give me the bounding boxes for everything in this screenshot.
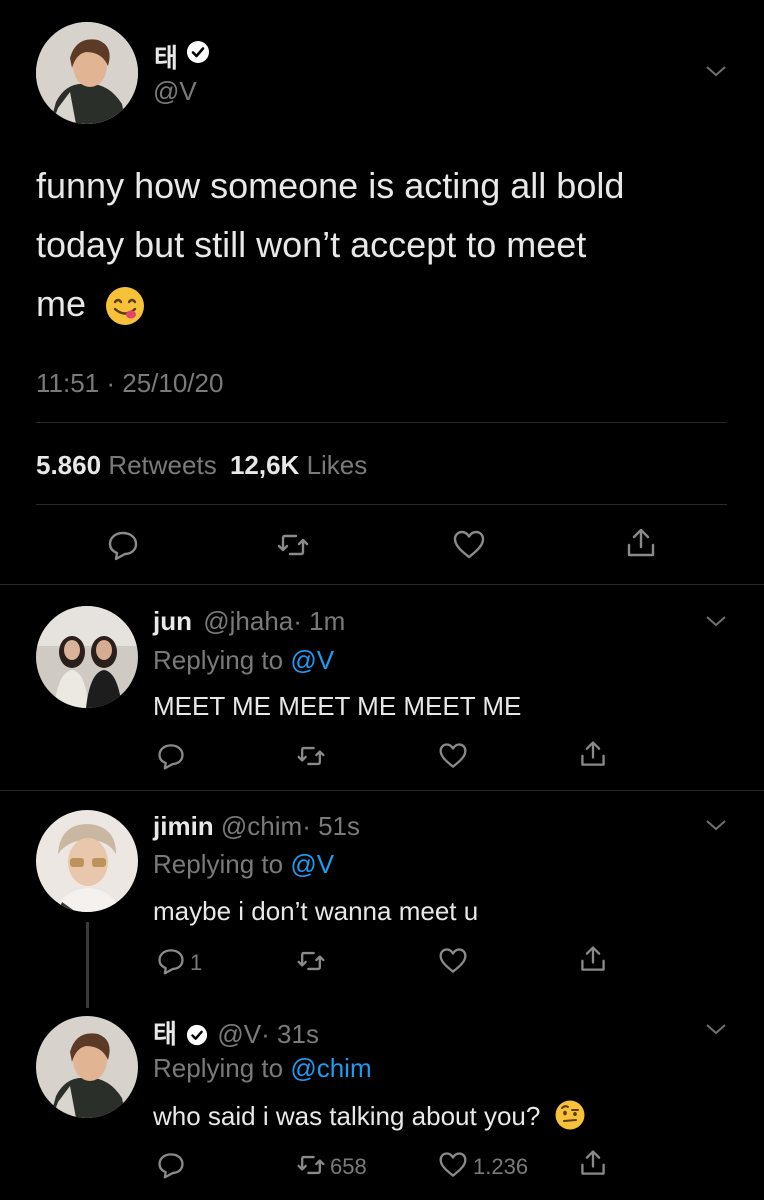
thread-line	[86, 922, 89, 1008]
likes-count[interactable]: 12,6K	[230, 450, 299, 480]
reply-text: maybe i don’t wanna meet u	[153, 896, 479, 926]
replying-to: Replying to @V	[153, 849, 334, 880]
tweet-text-line: today but still won’t accept to meet	[36, 224, 587, 265]
reply-header: jimin @chim· 51s	[153, 811, 360, 842]
chevron-down-icon[interactable]	[705, 818, 727, 832]
replying-to: Replying to @V	[153, 645, 334, 676]
engagement-stats: 5.860 Retweets 12,6K Likes	[36, 450, 367, 481]
reply-icon[interactable]	[106, 528, 140, 562]
retweets-label[interactable]: Retweets	[108, 450, 216, 480]
replying-to-link[interactable]: @V	[290, 849, 334, 879]
replying-to-label: Replying to	[153, 645, 284, 675]
tweet-text: funny how someone is acting all bold tod…	[36, 156, 624, 333]
avatar[interactable]	[36, 606, 138, 708]
retweet-icon[interactable]	[296, 946, 326, 976]
reply-icon[interactable]	[156, 1150, 186, 1180]
avatar[interactable]	[36, 22, 138, 124]
reply-time: · 1m	[293, 606, 346, 636]
yum-face-emoji-icon	[104, 285, 146, 327]
avatar[interactable]	[36, 810, 138, 912]
reply-time: · 51s	[302, 811, 361, 841]
reply-text: who said i was talking about you?	[153, 1099, 586, 1132]
chevron-down-icon[interactable]	[705, 1022, 727, 1036]
avatar[interactable]	[36, 1016, 138, 1118]
like-icon[interactable]	[438, 1150, 468, 1180]
reply-count: 1	[190, 950, 203, 975]
handle[interactable]: @V	[217, 1019, 261, 1049]
replying-to-label: Replying to	[153, 849, 284, 879]
divider	[36, 504, 727, 505]
display-name[interactable]: jimin	[153, 811, 214, 841]
retweet-icon[interactable]	[296, 1150, 326, 1180]
replying-to-label: Replying to	[153, 1053, 284, 1083]
like-icon[interactable]	[452, 528, 486, 562]
replying-to: Replying to @chim	[153, 1053, 372, 1084]
raised-eyebrow-face-icon	[554, 1099, 586, 1131]
like-count: 1.236	[473, 1154, 529, 1179]
reply-time: · 31s	[261, 1019, 319, 1049]
chevron-down-icon[interactable]	[705, 64, 727, 78]
retweet-count: 658	[330, 1154, 367, 1179]
reply-icon[interactable]	[156, 741, 186, 771]
like-icon[interactable]	[438, 741, 468, 771]
reply-icon[interactable]	[156, 946, 186, 976]
likes-label[interactable]: Likes	[307, 450, 368, 480]
chevron-down-icon[interactable]	[705, 614, 727, 628]
divider	[0, 584, 764, 585]
tweet-text-line: funny how someone is acting all bold	[36, 165, 625, 206]
divider	[0, 790, 764, 791]
replying-to-link[interactable]: @chim	[290, 1053, 371, 1083]
display-name[interactable]: 태	[154, 38, 178, 75]
tweet-text-line-end: me	[36, 283, 87, 324]
like-icon[interactable]	[438, 946, 468, 976]
reply-header: jun @jhaha· 1m	[153, 606, 345, 637]
divider	[36, 422, 727, 423]
verified-icon	[186, 40, 210, 64]
reply-header: 태 @V· 31s	[153, 1014, 319, 1051]
display-name[interactable]: 태	[153, 1019, 177, 1049]
share-icon[interactable]	[578, 1148, 608, 1178]
reply-text: MEET ME MEET ME MEET ME	[153, 691, 522, 721]
tweet-text-line: me	[36, 274, 624, 333]
reply-text-content: who said i was talking about you?	[153, 1101, 541, 1131]
timestamp[interactable]: 11:51 · 25/10/20	[36, 368, 223, 399]
verified-icon	[186, 1024, 208, 1046]
handle[interactable]: @V	[153, 76, 197, 107]
share-icon[interactable]	[578, 944, 608, 974]
retweet-icon[interactable]	[276, 528, 310, 562]
share-icon[interactable]	[624, 526, 658, 560]
share-icon[interactable]	[578, 739, 608, 769]
display-name[interactable]: jun	[153, 606, 192, 636]
handle[interactable]: @chim	[221, 811, 302, 841]
handle[interactable]: @jhaha	[203, 606, 293, 636]
retweets-count[interactable]: 5.860	[36, 450, 101, 480]
replying-to-link[interactable]: @V	[290, 645, 334, 675]
retweet-icon[interactable]	[296, 741, 326, 771]
